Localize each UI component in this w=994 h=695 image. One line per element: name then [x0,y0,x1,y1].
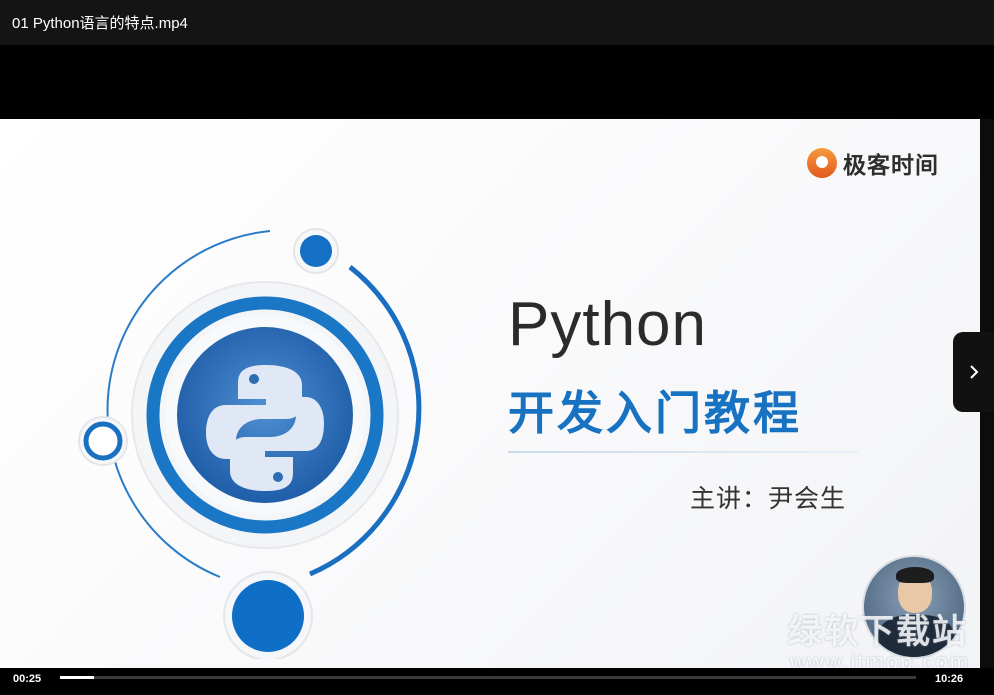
chevron-right-icon [969,365,978,379]
course-title: Python [508,290,708,359]
player-controls [0,668,994,695]
lecturer-label: 主讲：尹会生 [690,484,847,513]
letterbox-top [0,45,994,119]
course-subtitle: 开发入门教程 [508,386,802,440]
current-time: 00:25 [13,673,42,685]
geektime-logo-icon [807,148,837,178]
python-emblem [78,228,422,659]
window-titlebar: 01 Python语言的特点.mp4 [0,0,994,45]
brand-name: 极客时间 [843,153,939,179]
window-title: 01 Python语言的特点.mp4 [12,15,188,32]
next-video-button[interactable] [953,332,994,412]
watermark-text: 绿软下载站 [788,612,968,652]
progress-bar[interactable] [60,676,916,679]
video-frame[interactable]: 极客时间 Python 开发入门教程 主讲：尹会生 绿软下载站 www.itmo… [0,119,980,676]
progress-fill [60,676,95,679]
brand-block: 极客时间 [807,146,939,180]
duration-time: 10:26 [935,673,964,685]
title-divider [508,451,858,453]
